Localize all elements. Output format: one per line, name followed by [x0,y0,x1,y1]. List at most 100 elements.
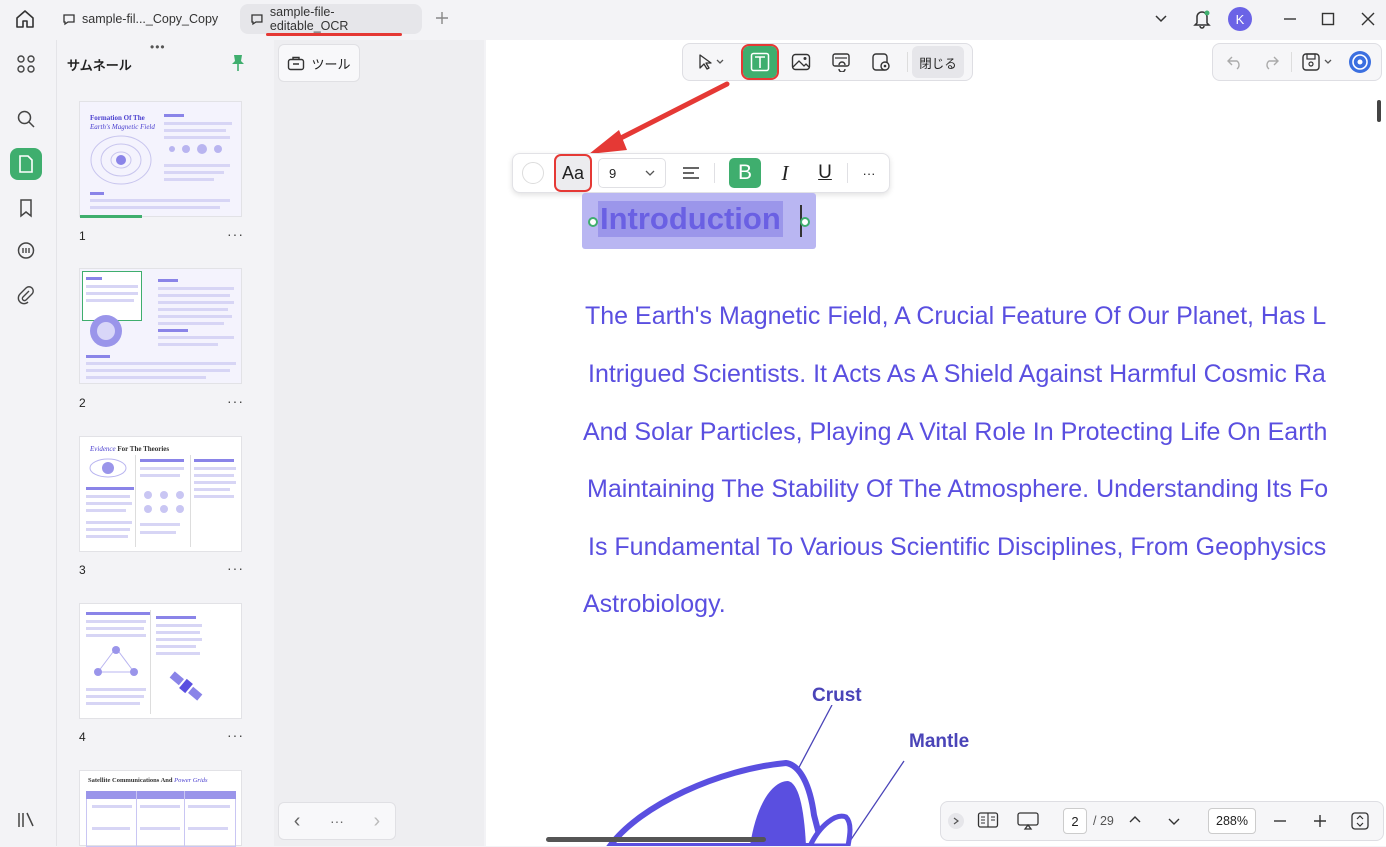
resize-handle-left[interactable] [588,217,598,227]
thumb-heading: Formation Of The [90,114,145,122]
new-tab-icon[interactable] [434,10,450,26]
search-icon[interactable] [10,103,42,135]
undo-icon[interactable] [1219,46,1251,78]
chevron-up-icon[interactable] [1128,813,1142,827]
horizontal-scrollbar[interactable] [546,837,766,842]
layers-icon[interactable] [10,804,42,836]
pin-icon[interactable] [230,54,246,72]
history-toolbar [1212,43,1382,81]
avatar[interactable]: K [1228,7,1252,31]
body-text-line[interactable]: Intrigued Scientists. It Acts As A Shiel… [588,360,1326,389]
chevron-down-icon [645,170,655,176]
close-icon[interactable] [1355,6,1381,32]
attachment-icon[interactable] [10,280,42,312]
align-left-icon[interactable] [676,158,706,188]
thumb-heading: Earth's Magnetic Field [90,123,155,131]
tab-label: sample-fil..._Copy_Copy [82,12,219,26]
body-text-line[interactable]: Maintaining The Stability Of The Atmosph… [587,475,1328,504]
body-text-line[interactable]: Astrobiology. [583,590,726,619]
chevron-down-icon[interactable] [1148,6,1174,32]
select-cursor-icon[interactable] [689,46,733,78]
format-more-button[interactable]: ··· [856,158,882,188]
page-more-button[interactable]: ··· [227,226,244,242]
minimize-icon[interactable] [1277,6,1303,32]
close-edit-button[interactable]: 閉じる [912,46,964,78]
thumb-heading: Satellite Communications And Power Grids [88,777,208,784]
redo-icon[interactable] [1255,46,1287,78]
font-size-select[interactable]: 9 [598,158,666,188]
body-text-line[interactable]: The Earth's Magnetic Field, A Crucial Fe… [585,302,1326,331]
current-page-input[interactable]: 2 [1063,808,1087,834]
page-layout-icon[interactable] [977,811,999,829]
home-icon[interactable] [14,9,36,29]
thumbnails-page-icon[interactable] [10,148,42,180]
title-bar: sample-fil..._Copy_Copy sample-file-edit… [0,0,1386,38]
active-tab-highlight [266,33,402,36]
apps-grid-icon[interactable] [10,48,42,80]
fit-page-icon[interactable] [1350,811,1370,831]
italic-button[interactable]: I [769,158,801,188]
tools-button[interactable]: ツール [278,44,360,82]
zoom-out-icon[interactable] [1272,813,1288,829]
left-rail [0,38,52,846]
font-family-button[interactable]: Aa [554,154,592,192]
toolbox-icon [288,56,305,71]
watermark-icon[interactable] [865,46,897,78]
notification-bell-icon[interactable] [1189,6,1215,32]
page-number: 3 [79,563,86,577]
comment-icon[interactable] [10,235,42,267]
panel-title: サムネール [67,58,132,73]
page-total: / 29 [1093,814,1114,828]
tab-label: sample-file-editable_OCR [269,5,349,33]
navigation-more-button[interactable]: ··· [330,813,344,829]
ai-assistant-icon[interactable] [1344,46,1376,78]
maximize-icon[interactable] [1315,6,1341,32]
page-thumbnail-4[interactable] [79,603,242,719]
page-more-button[interactable]: ··· [227,393,244,409]
thumb-table [86,791,236,847]
page-thumbnail-2[interactable] [79,268,242,384]
body-text-line[interactable]: Is Fundamental To Various Scientific Dis… [588,533,1326,562]
page-number: 2 [79,396,86,410]
page-more-button[interactable]: ··· [227,727,244,743]
document-heading[interactable]: Introduction [598,201,783,237]
diagram-label-crust: Crust [812,685,862,706]
tab-copy[interactable]: sample-fil..._Copy_Copy [52,4,232,34]
add-text-icon[interactable] [741,44,779,80]
document-tab-icon [251,14,263,26]
page-thumbnail-3[interactable]: Evidence For The Theories [79,436,242,552]
bold-button[interactable]: B [729,158,761,188]
next-page-button[interactable]: › [374,810,381,833]
tab-editable-ocr[interactable]: sample-file-editable_OCR [240,4,422,34]
edit-toolbar: 閉じる [682,43,973,81]
add-link-icon[interactable] [825,46,857,78]
diagram-label-partial [975,793,1085,801]
add-image-icon[interactable] [785,46,817,78]
bookmark-icon[interactable] [10,192,42,224]
tools-column [274,40,484,846]
save-icon[interactable] [1296,46,1340,78]
zoom-level[interactable]: 288% [1208,808,1256,834]
resize-handle-right[interactable] [800,217,810,227]
tools-label: ツール [311,56,351,72]
underline-button[interactable]: U [809,158,841,188]
text-color-swatch[interactable] [522,162,544,184]
zoom-in-icon[interactable] [1312,813,1328,829]
page-number: 1 [79,229,86,243]
page-number: 4 [79,730,86,744]
page-thumbnail-5[interactable]: Satellite Communications And Power Grids [79,770,242,847]
page-more-button[interactable]: ··· [227,560,244,576]
body-text-line[interactable]: And Solar Particles, Playing A Vital Rol… [583,418,1327,447]
page-thumbnail-1[interactable]: Formation Of The Earth's Magnetic Field [79,101,242,218]
earth-layers-diagram [606,705,905,846]
font-size-value: 9 [609,165,617,181]
text-format-toolbar: Aa 9 B I U ··· [512,153,890,193]
document-tab-icon [63,14,75,26]
chevron-down-icon[interactable] [1167,814,1181,828]
page-navigation: ‹ ··· › [278,802,396,840]
presentation-icon[interactable] [1016,811,1040,831]
previous-page-button[interactable]: ‹ [294,810,301,833]
vertical-scrollbar[interactable] [1377,100,1381,122]
expand-icon[interactable] [948,813,964,829]
panel-drag-handle[interactable]: ••• [150,40,166,54]
